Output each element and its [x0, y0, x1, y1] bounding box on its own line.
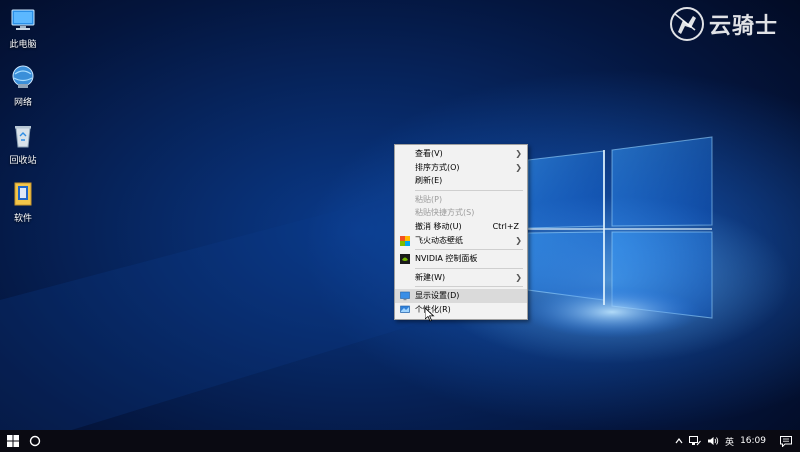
desktop-icon-label: 软件: [13, 214, 32, 224]
menu-item-label: 查看(V): [415, 149, 443, 158]
menu-item-undo-move[interactable]: 撤消 移动(U) Ctrl+Z: [395, 220, 527, 234]
menu-item-label: NVIDIA 控制面板: [415, 254, 478, 264]
menu-item-sort[interactable]: 排序方式(O) ❯: [395, 161, 527, 175]
submenu-arrow-icon: ❯: [515, 162, 522, 172]
menu-item-label: 刷新(E): [415, 176, 443, 186]
desktop[interactable]: 此电脑 网络 回收站 软件 云骑士 查看(V) ❯ 排序方式(O) ❯ 刷新(E…: [0, 0, 800, 452]
recycle-bin-icon: [15, 126, 31, 148]
desktop-icon-network[interactable]: 网络: [0, 64, 46, 108]
desktop-icon-label: 此电脑: [9, 40, 37, 50]
menu-item-label: 新建(W): [415, 272, 446, 282]
menu-item-display-settings[interactable]: 显示设置(D): [395, 289, 527, 303]
chevron-up-icon[interactable]: [675, 437, 683, 445]
desktop-icon-label: 网络: [13, 98, 32, 108]
submenu-arrow-icon: ❯: [515, 272, 522, 282]
clock[interactable]: 16:09: [740, 436, 766, 446]
volume-icon[interactable]: [707, 436, 719, 446]
this-pc-icon: [11, 9, 35, 30]
network-tray-icon[interactable]: [689, 436, 701, 446]
nvidia-icon: [400, 254, 410, 265]
menu-item-new[interactable]: 新建(W) ❯: [395, 271, 527, 285]
menu-item-wallpaper[interactable]: 飞火动态壁纸 ❯: [395, 234, 527, 248]
menu-item-view[interactable]: 查看(V) ❯: [395, 147, 527, 161]
software-folder-icon: [14, 182, 32, 206]
menu-item-personalize[interactable]: 个性化(R): [395, 303, 527, 317]
start-button[interactable]: [2, 430, 24, 452]
system-tray: 英 16:09: [675, 430, 800, 452]
display-icon: [400, 292, 410, 301]
personalize-icon: [400, 305, 410, 313]
windows-start-icon: [7, 435, 19, 447]
desktop-icon-this-pc[interactable]: 此电脑: [0, 6, 46, 50]
cortana-circle-icon: [29, 435, 41, 447]
menu-separator: [415, 286, 523, 288]
menu-item-paste[interactable]: 粘贴(P): [395, 193, 527, 207]
menu-item-refresh[interactable]: 刷新(E): [395, 174, 527, 188]
menu-item-label: 显示设置(D): [415, 291, 460, 301]
menu-separator: [415, 267, 523, 269]
menu-item-label: 排序方式(O): [415, 162, 460, 172]
cortana-search-button[interactable]: [24, 430, 46, 452]
desktop-icon-recycle-bin[interactable]: 回收站: [0, 122, 46, 166]
menu-item-nvidia[interactable]: NVIDIA 控制面板: [395, 252, 527, 266]
desktop-context-menu: 查看(V) ❯ 排序方式(O) ❯ 刷新(E) 粘贴(P) 粘贴快捷方式(S) …: [394, 144, 528, 320]
desktop-icon-label: 回收站: [9, 156, 37, 166]
menu-separator: [415, 249, 523, 251]
menu-item-label: 粘贴快捷方式(S): [415, 208, 475, 218]
network-icon: [12, 65, 34, 88]
menu-item-label: 撤消 移动(U): [415, 221, 462, 231]
notification-center-icon[interactable]: [780, 435, 792, 447]
wallpaper-app-icon: [400, 235, 410, 246]
input-method-indicator[interactable]: 英: [725, 435, 734, 448]
menu-item-label: 粘贴(P): [415, 194, 443, 204]
menu-item-label: 飞火动态壁纸: [415, 235, 463, 245]
menu-item-paste-shortcut[interactable]: 粘贴快捷方式(S): [395, 206, 527, 220]
knight-logo-icon: [669, 7, 704, 41]
menu-separator: [415, 189, 523, 191]
menu-shortcut: Ctrl+Z: [492, 221, 519, 231]
watermark-text: 云骑士: [708, 14, 778, 39]
submenu-arrow-icon: ❯: [515, 235, 522, 245]
submenu-arrow-icon: ❯: [515, 149, 522, 158]
desktop-icon-software[interactable]: 软件: [0, 180, 46, 224]
watermark: 云骑士: [669, 6, 778, 42]
mouse-cursor-icon: [425, 308, 435, 322]
taskbar: 英 16:09: [0, 430, 800, 452]
